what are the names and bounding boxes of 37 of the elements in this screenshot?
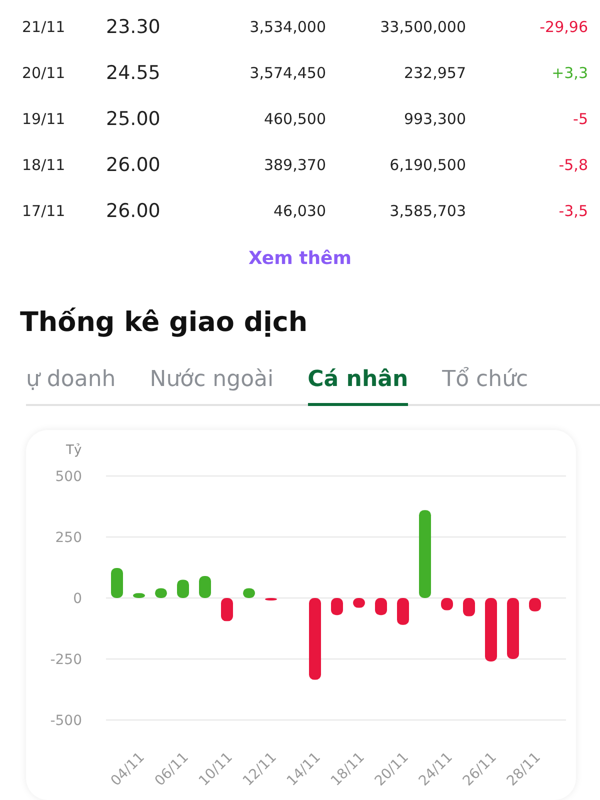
volume-cell-text: 3,574,450 bbox=[248, 64, 326, 82]
tab[interactable]: Nước ngoài bbox=[150, 356, 274, 406]
volume-cell-text: 6,190,500 bbox=[388, 156, 466, 174]
change-cell-text: -3,5 bbox=[558, 202, 588, 220]
volume-cell-text: 232,957 bbox=[402, 64, 466, 82]
price-cell-text: 24.55 bbox=[106, 62, 162, 84]
change-cell-text: -5,8 bbox=[558, 156, 588, 174]
volume-cell-text: 3,534,000 bbox=[248, 18, 326, 36]
date-cell-text: 19/11 bbox=[22, 110, 66, 128]
axis-tick-label: 500 bbox=[55, 469, 82, 485]
volume-cell-text: 33,500,000 bbox=[379, 18, 466, 36]
axis-tick-label: 250 bbox=[55, 530, 82, 546]
tab[interactable]: Tổ chức bbox=[442, 356, 528, 406]
volume-cell-text: 46,030 bbox=[272, 202, 326, 220]
axis-tick-label: -250 bbox=[50, 652, 82, 668]
date-cell-text: 21/11 bbox=[22, 18, 66, 36]
change-cell-text: -5 bbox=[572, 110, 588, 128]
price-cell-text: 26.00 bbox=[106, 200, 162, 222]
date-cell-text: 20/11 bbox=[22, 64, 66, 82]
axis-unit-label: Tỷ bbox=[66, 443, 82, 458]
volume-cell-text: 460,500 bbox=[262, 110, 326, 128]
change-cell-text: +3,3 bbox=[550, 64, 588, 82]
see-more-link[interactable]: Xem thêm bbox=[248, 248, 352, 269]
date-cell-text: 17/11 bbox=[22, 202, 66, 220]
section-title: Thống kê giao dịch bbox=[20, 307, 309, 338]
price-cell-text: 23.30 bbox=[106, 16, 162, 38]
volume-cell-text: 993,300 bbox=[402, 110, 466, 128]
price-cell-text: 26.00 bbox=[106, 154, 162, 176]
tab[interactable]: Cá nhân bbox=[308, 356, 408, 406]
change-cell-text: -29,96 bbox=[538, 18, 588, 36]
axis-tick-label: -500 bbox=[50, 713, 82, 729]
axis-tick-label: 0 bbox=[73, 591, 82, 607]
date-cell-text: 18/11 bbox=[22, 156, 66, 174]
volume-cell-text: 389,370 bbox=[262, 156, 326, 174]
volume-cell-text: 3,585,703 bbox=[388, 202, 466, 220]
price-cell-text: 25.00 bbox=[106, 108, 162, 130]
tab[interactable]: ự doanh bbox=[26, 356, 116, 406]
